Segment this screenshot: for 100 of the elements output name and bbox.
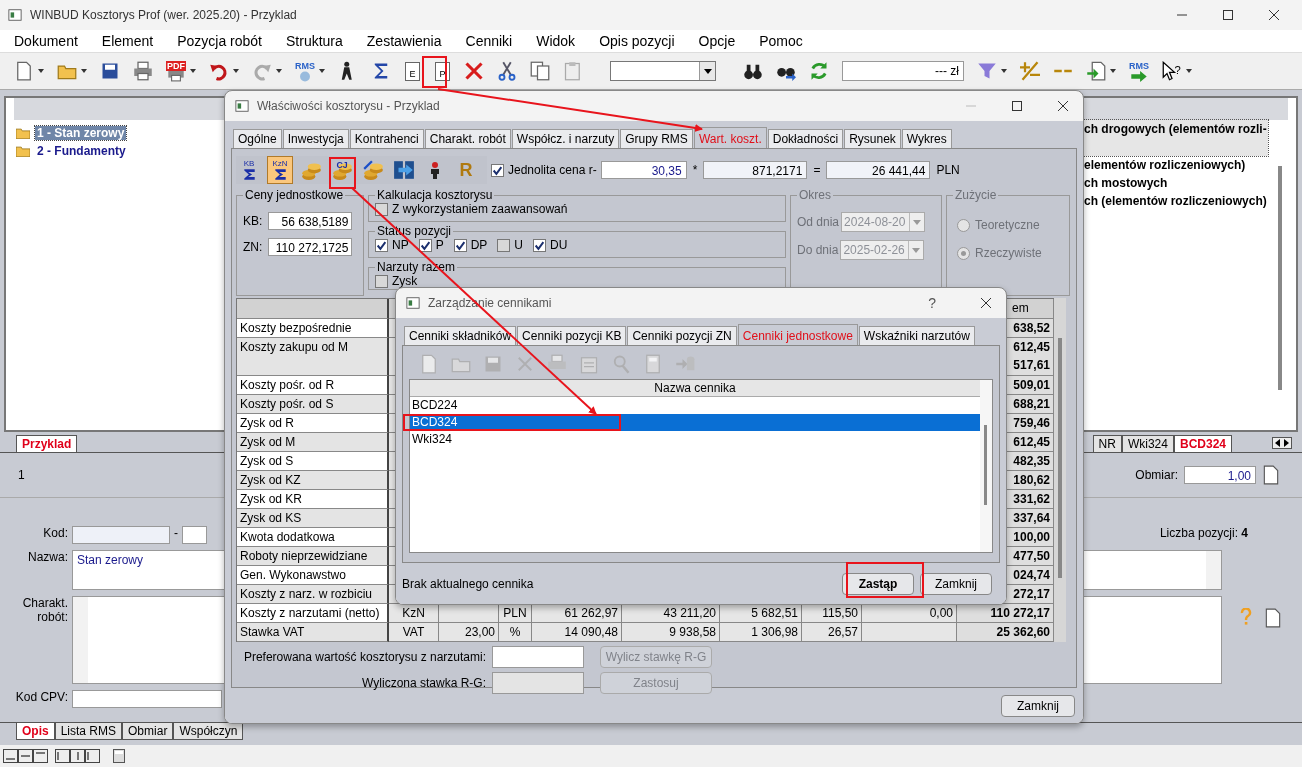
menu-item[interactable]: Cenniki — [465, 33, 535, 49]
dialog-tab[interactable]: Wykres — [901, 129, 952, 148]
list-row[interactable]: BCD224 — [410, 397, 980, 414]
checkbox[interactable] — [375, 238, 388, 252]
tree-item[interactable]: 2 - Fundamenty — [35, 144, 128, 158]
caret-icon[interactable] — [81, 69, 87, 73]
price-field[interactable]: --- zł — [842, 61, 964, 81]
new-file-icon[interactable] — [14, 61, 34, 81]
tab-scroll-icon[interactable] — [1272, 437, 1292, 449]
toolbar-button[interactable]: PDF — [164, 58, 198, 84]
code-suffix-field[interactable] — [182, 526, 207, 544]
caret-icon[interactable] — [319, 69, 325, 73]
close-button[interactable]: Zamknij — [1001, 694, 1075, 717]
cpv-field[interactable] — [72, 690, 222, 708]
sum-button[interactable]: KB — [236, 156, 262, 184]
view-tab[interactable]: Obmiar — [122, 723, 174, 740]
menu-item[interactable]: Pomoc — [759, 33, 825, 49]
quantity-field[interactable]: 1,00 — [1184, 466, 1256, 484]
tree-item[interactable]: 1 - Stan zerowy — [35, 126, 127, 140]
close-button[interactable]: Zamknij — [920, 572, 992, 595]
toolbar-button[interactable]: RMS — [1127, 58, 1151, 84]
caret-icon[interactable] — [190, 69, 196, 73]
caret-icon[interactable] — [233, 69, 239, 73]
table-cell-text: 110 272,17 — [989, 605, 1050, 622]
import-icon[interactable] — [1086, 61, 1106, 81]
maximize-icon[interactable] — [1222, 9, 1234, 21]
rate-field[interactable] — [492, 672, 584, 694]
scrollbar[interactable] — [980, 380, 992, 552]
toolbar-button[interactable]: RMS — [293, 58, 327, 84]
document-icon[interactable] — [1262, 465, 1280, 485]
menu-item[interactable]: Element — [101, 33, 176, 49]
caret-icon[interactable] — [1110, 69, 1116, 73]
document-icon[interactable] — [1264, 608, 1282, 628]
code-field[interactable] — [72, 526, 170, 544]
preferred-value-field[interactable] — [492, 646, 584, 668]
menu-item[interactable]: Opcje — [698, 33, 758, 49]
list-row[interactable]: Wki324 — [410, 431, 980, 448]
price-field[interactable]: 30,35 — [600, 161, 687, 179]
dialog-tab[interactable]: Ogólne — [233, 129, 282, 148]
menu-item[interactable]: Struktura — [286, 33, 365, 49]
caret-icon[interactable] — [1001, 69, 1007, 73]
menu-item[interactable]: Opis pozycji — [599, 33, 697, 49]
calculator-icon[interactable] — [113, 749, 125, 763]
printer-icon[interactable] — [167, 70, 185, 82]
toolbar-button[interactable]: ? — [1160, 59, 1194, 83]
menu-item[interactable]: Zestawienia — [366, 33, 464, 49]
checkbox-label: NP — [392, 238, 409, 252]
view-tab[interactable]: Lista RMS — [54, 723, 123, 740]
list-row[interactable]: BCD324 — [410, 414, 980, 431]
menu-item[interactable]: Widok — [536, 33, 598, 49]
caret-icon[interactable] — [38, 69, 44, 73]
document-tab[interactable]: Przyklad — [16, 435, 78, 452]
caret-icon[interactable] — [276, 69, 282, 73]
scrollbar[interactable] — [1278, 166, 1282, 390]
arrow-icon[interactable] — [1130, 70, 1148, 82]
close-icon[interactable] — [1268, 9, 1280, 21]
checkbox[interactable] — [533, 238, 547, 252]
caret-icon[interactable] — [1186, 69, 1192, 73]
quantity-field[interactable]: 871,2171 — [703, 161, 808, 179]
close-icon[interactable] — [980, 297, 992, 309]
dialog-tab[interactable]: Współcz. i narzuty — [511, 129, 620, 148]
dialog-tab[interactable]: Cenniki pozycji ZN — [627, 326, 737, 345]
help-button[interactable]: ? — [928, 295, 936, 311]
dialog-tab[interactable]: Kontrahenci — [349, 129, 424, 148]
menu-item[interactable]: Pozycja robót — [177, 33, 284, 49]
checkbox[interactable] — [491, 163, 504, 177]
scrollbar[interactable] — [1054, 298, 1066, 642]
dropdown-field[interactable] — [610, 61, 716, 81]
total-field[interactable]: 26 441,44 — [826, 161, 931, 179]
dialog-tab[interactable]: Wskaźniki narzutów — [858, 326, 975, 345]
dialog-tab[interactable]: Cenniki składników — [404, 326, 517, 345]
dropdown-arrow-icon[interactable] — [703, 68, 712, 74]
dialog-tab[interactable]: Inwestycja — [282, 129, 349, 148]
dialog-tab[interactable]: Dokładności — [767, 129, 844, 148]
pricelist-tab[interactable]: Wki324 — [1121, 435, 1174, 452]
maximize-icon[interactable] — [1011, 100, 1023, 112]
kb-price-field[interactable]: 56 638,5189 — [268, 212, 353, 230]
sum-button[interactable]: KzN — [267, 156, 293, 184]
checkbox[interactable] — [453, 238, 467, 252]
dialog-tab[interactable]: Cenniki pozycji KB — [517, 326, 627, 345]
alignment-icons[interactable] — [3, 749, 103, 763]
toolbar-button[interactable]: E — [405, 61, 420, 81]
pricelist-tab[interactable]: NR — [1092, 435, 1122, 452]
close-icon[interactable] — [1057, 100, 1069, 112]
sigma-icon[interactable] — [242, 167, 256, 181]
checkbox[interactable] — [375, 274, 388, 288]
sigma-icon[interactable] — [273, 167, 287, 181]
dialog-tab[interactable]: Charakt. robót — [424, 129, 511, 148]
checkbox[interactable] — [497, 238, 511, 252]
view-tab[interactable]: Opis — [16, 723, 55, 740]
menu-item[interactable]: Dokument — [14, 33, 100, 49]
checkbox[interactable] — [418, 238, 432, 252]
zn-price-field[interactable]: 110 272,1725 — [268, 238, 353, 256]
table-cell-text: 180,62 — [1012, 472, 1050, 489]
dialog-tab[interactable]: Grupy RMS — [620, 129, 693, 148]
field-label: ZN: — [243, 240, 263, 254]
replace-button[interactable]: Zastąp — [842, 572, 914, 595]
pricelist-tab[interactable]: BCD324 — [1173, 435, 1232, 452]
dialog-tab[interactable]: Rysunek — [844, 129, 901, 148]
view-tab[interactable]: Współczyn — [173, 723, 244, 740]
